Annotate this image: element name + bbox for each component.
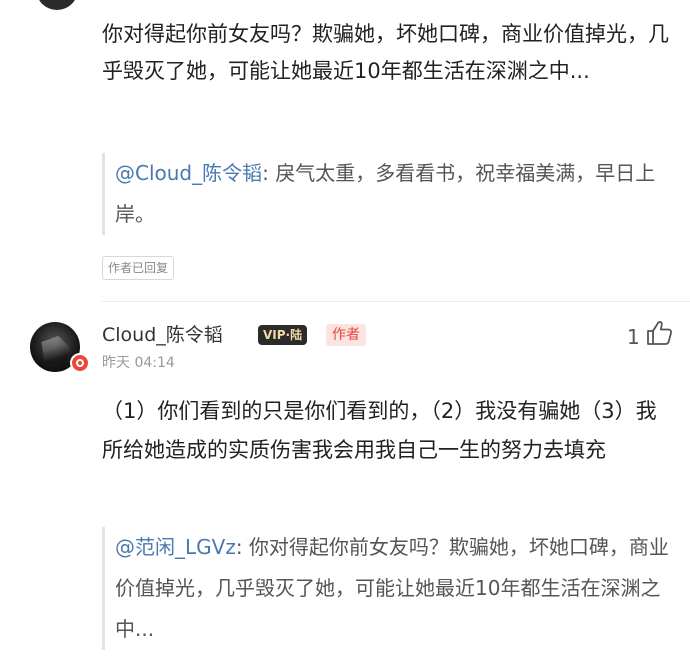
avatar-previous[interactable] [36, 0, 78, 10]
author-tag: 作者 [326, 324, 366, 346]
divider [102, 301, 690, 302]
mention-link[interactable]: @范闲_LGVz [115, 535, 236, 559]
quoted-reply-previous[interactable]: @Cloud_陈令韬: 戾气太重，多看看书，祝幸福美满，早日上岸。 [102, 153, 675, 235]
vip-badge: VIP·陆 [258, 325, 308, 345]
quoted-reply[interactable]: @范闲_LGVz: 你对得起你前女友吗？欺骗她，坏她口碑，商业价值掉光，几乎毁灭… [102, 527, 675, 650]
weibo-badge-icon [70, 353, 90, 373]
mention-link[interactable]: @Cloud_陈令韬 [115, 161, 262, 185]
like-count[interactable]: 1 [627, 325, 640, 349]
author-replied-tag[interactable]: 作者已回复 [102, 256, 175, 280]
like-icon[interactable] [644, 318, 674, 348]
comment-text-previous: 你对得起你前女友吗？欺骗她，坏她口碑，商业价值掉光，几乎毁灭了她，可能让她最近1… [102, 22, 669, 83]
timestamp: 昨天 04:14 [102, 355, 175, 371]
comment-text: （1）你们看到的只是你们看到的，（2）我没有骗她（3）我所给她造成的实质伤害我会… [102, 399, 657, 462]
username[interactable]: Cloud_陈令韬 [102, 322, 223, 348]
